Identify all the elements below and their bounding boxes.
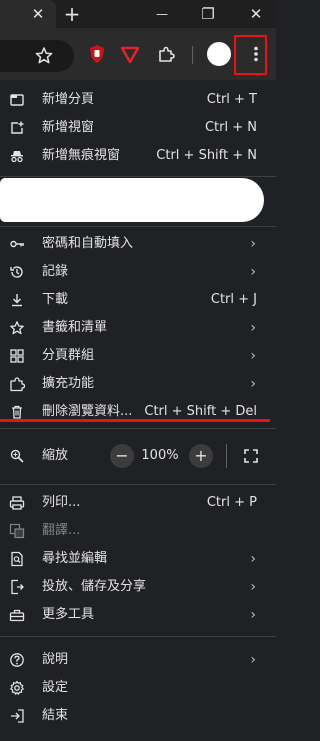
new-window-label: 新增視窗 [42,120,95,135]
passwords-label: 密碼和自動填入 [42,236,134,251]
chevron-right-icon: › [250,376,256,392]
menu-item-history[interactable]: 記錄 › [0,258,276,286]
menu-item-exit[interactable]: 結束 [0,702,276,730]
chevron-right-icon: › [250,652,256,668]
menu-item-passwords[interactable]: 密碼和自動填入 › [0,230,276,258]
incognito-icon [9,148,25,164]
history-label: 記錄 [42,264,69,279]
fullscreen-icon[interactable] [243,448,259,464]
printer-icon [9,495,25,511]
menu-item-zoom: 縮放 [0,442,276,470]
star-icon [9,320,25,336]
bookmarks-label: 書籤和清單 [42,320,108,335]
menu-separator [0,484,276,485]
help-icon [9,652,25,668]
puzzle-icon [9,376,25,392]
menu-separator [0,428,276,429]
translate-label: 翻譯... [42,523,81,538]
restore-button[interactable]: ❐ [196,0,220,28]
menu-item-new-incognito[interactable]: 新增無痕視窗 Ctrl + Shift + N [0,142,276,170]
menu-item-settings[interactable]: 設定 [0,674,276,702]
zoom-out-button[interactable]: − [110,444,134,468]
trash-icon [9,404,25,420]
settings-label: 設定 [42,680,69,695]
print-shortcut: Ctrl + P [206,495,257,510]
menu-item-print[interactable]: 列印... Ctrl + P [0,489,276,517]
zoom-magnifier-icon [9,448,25,464]
adblock-extension-icon[interactable] [117,41,143,67]
menu-button-highlight [234,35,267,75]
chevron-right-icon: › [250,320,256,336]
new-tab-icon [9,92,25,108]
chevron-right-icon: › [250,264,256,280]
tab-groups-icon [9,348,25,364]
new-tab-shortcut: Ctrl + T [206,92,257,107]
zoom-value: 100% [141,448,179,463]
find-edit-label: 尋找並編輯 [42,551,108,566]
menu-item-bookmarks[interactable]: 書籤和清單 › [0,314,276,342]
chevron-right-icon: › [250,607,256,623]
translate-icon [9,523,25,539]
help-label: 說明 [42,652,69,667]
new-incognito-shortcut: Ctrl + Shift + N [156,148,257,163]
menu-item-extensions[interactable]: 擴充功能 › [0,370,276,398]
close-tab-icon[interactable]: ✕ [26,0,50,28]
new-incognito-label: 新增無痕視窗 [42,148,121,163]
download-icon [9,292,25,308]
exit-label: 結束 [42,708,69,723]
profile-avatar[interactable] [207,42,231,66]
share-page-icon [9,579,25,595]
chevron-right-icon: › [250,236,256,252]
menu-item-more-tools[interactable]: 更多工具 › [0,601,276,629]
downloads-shortcut: Ctrl + J [210,292,257,307]
menu-item-tab-groups[interactable]: 分頁群組 › [0,342,276,370]
address-bar[interactable] [0,40,74,72]
chevron-right-icon: › [250,551,256,567]
toolbox-icon [9,607,25,623]
chevron-right-icon: › [250,579,256,595]
tab-groups-label: 分頁群組 [42,348,95,363]
menu-separator [0,226,276,227]
print-label: 列印... [42,495,81,510]
menu-item-new-window[interactable]: 新增視窗 Ctrl + N [0,114,276,142]
minimize-button[interactable]: — [150,0,174,28]
menu-item-new-tab[interactable]: 新增分頁 Ctrl + T [0,86,276,114]
downloads-label: 下載 [42,292,69,307]
key-icon [9,236,25,252]
find-page-icon [9,551,25,567]
chevron-right-icon: › [250,348,256,364]
menu-separator [0,176,276,177]
profile-section-redacted[interactable] [0,178,264,222]
highlight-underline [0,419,270,422]
new-tab-button[interactable]: + [60,0,84,28]
extensions-puzzle-icon[interactable] [153,41,179,67]
exit-icon [9,708,25,724]
title-bar: ✕ + — ❐ ✕ [0,0,276,28]
close-window-button[interactable]: ✕ [244,0,268,28]
more-tools-label: 更多工具 [42,607,95,622]
toolbar-divider [192,46,193,64]
ublock-extension-icon[interactable] [84,41,110,67]
menu-item-translate[interactable]: 翻譯... [0,517,276,545]
zoom-divider [226,444,227,468]
gear-icon [9,680,25,696]
menu-item-find-edit[interactable]: 尋找並編輯 › [0,545,276,573]
menu-item-help[interactable]: 說明 › [0,646,276,674]
zoom-label: 縮放 [42,448,69,463]
menu-item-cast-save-share[interactable]: 投放、儲存及分享 › [0,573,276,601]
cast-save-share-label: 投放、儲存及分享 [42,579,147,594]
new-window-icon [9,120,25,136]
menu-item-downloads[interactable]: 下載 Ctrl + J [0,286,276,314]
bookmark-star-icon[interactable] [31,43,57,69]
history-icon [9,264,25,280]
new-tab-label: 新增分頁 [42,92,95,107]
extensions-label: 擴充功能 [42,376,95,391]
zoom-in-button[interactable]: + [189,444,213,468]
menu-separator [0,636,276,637]
new-window-shortcut: Ctrl + N [204,120,257,135]
